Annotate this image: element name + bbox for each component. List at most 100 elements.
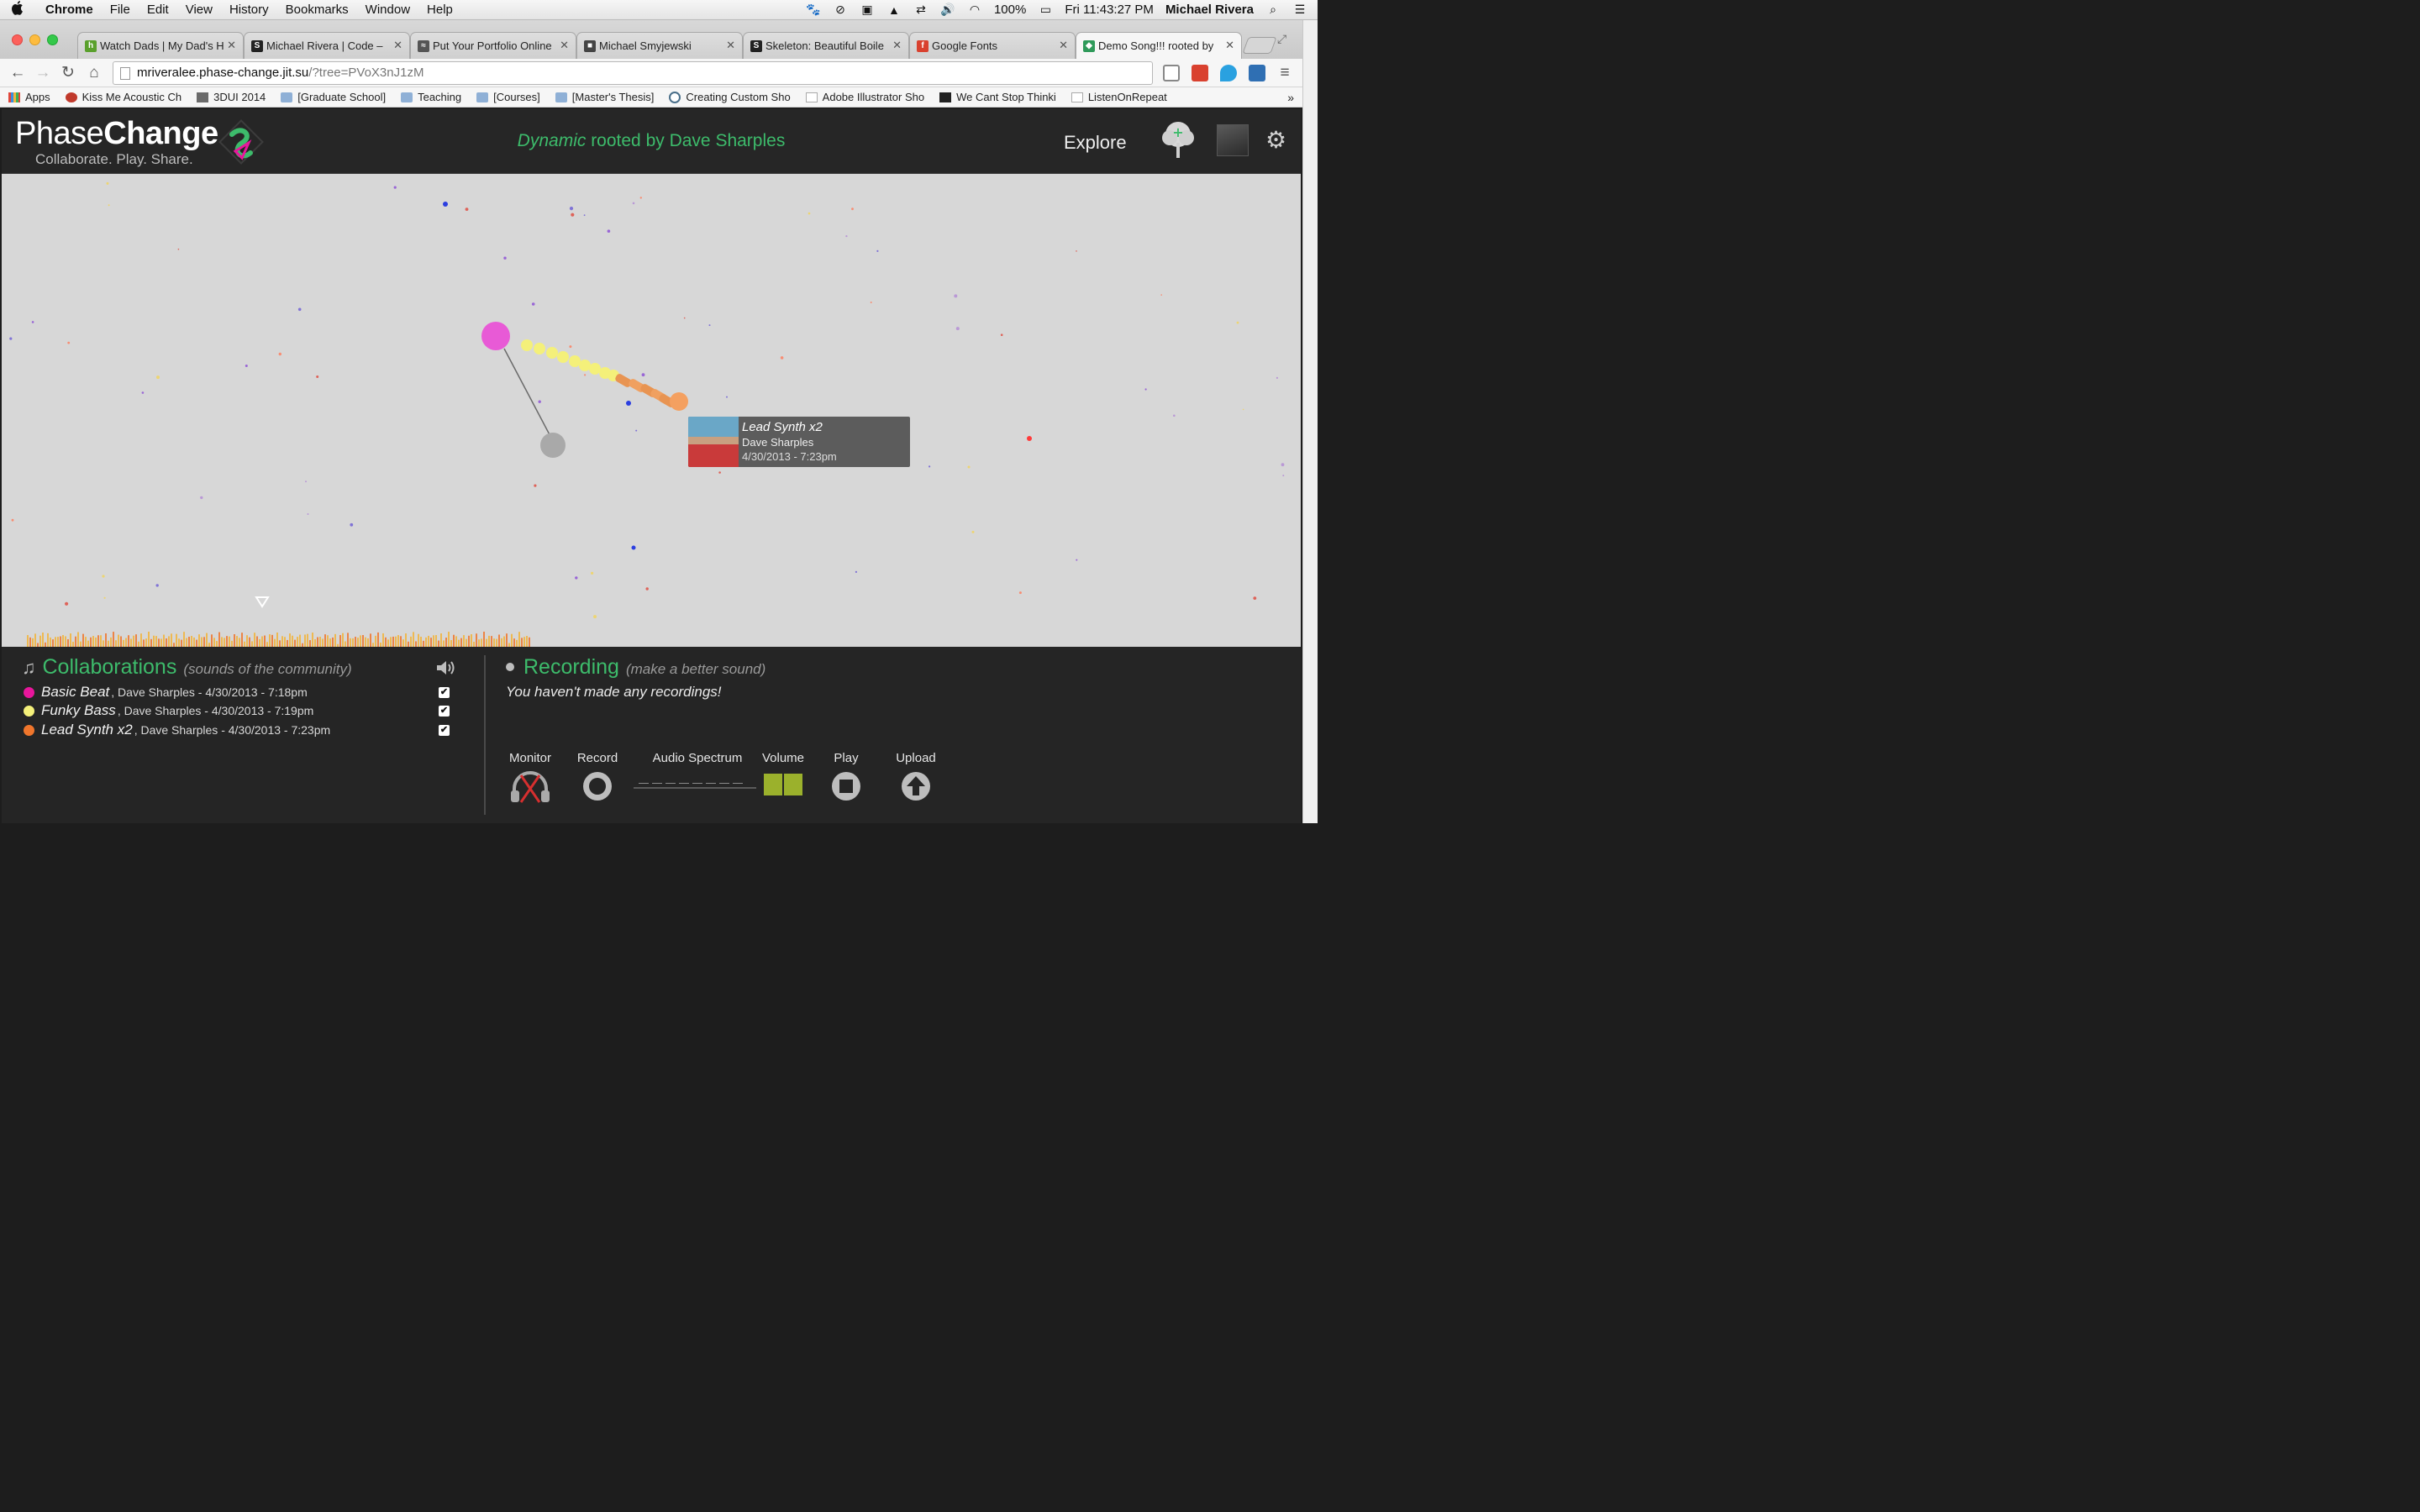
menu-file[interactable]: File	[102, 3, 139, 17]
star-particle	[808, 212, 811, 215]
volume-icon[interactable]: 🔊	[940, 3, 955, 17]
bookmark-item[interactable]: [Graduate School]	[281, 91, 386, 103]
menu-history[interactable]: History	[221, 3, 277, 17]
tab-close-icon[interactable]: ✕	[393, 39, 402, 52]
bookmark-item[interactable]: Teaching	[401, 91, 461, 103]
apple-menu-icon[interactable]	[0, 0, 37, 19]
collab-track-basic-beat[interactable]: Basic Beat , Dave Sharples - 4/30/2013 -…	[24, 684, 452, 701]
browser-tab[interactable]: ≈ Put Your Portfolio Online ✕	[410, 32, 576, 59]
track-enabled-checkbox[interactable]: ✔	[439, 686, 450, 698]
reload-button[interactable]: ↻	[59, 64, 77, 82]
bookmark-item[interactable]: [Courses]	[476, 91, 540, 103]
browser-tab[interactable]: S Michael Rivera | Code – ✕	[244, 32, 410, 59]
waveform-bar	[375, 635, 376, 647]
heart-extension-icon[interactable]	[1220, 65, 1237, 81]
upload-control[interactable]: Upload	[892, 751, 939, 806]
wifi-icon[interactable]: ◠	[967, 3, 982, 17]
volume-control[interactable]: Volume	[758, 751, 808, 799]
minimize-window-button[interactable]	[29, 34, 40, 45]
address-bar[interactable]: mriveralee.phase-change.jit.su/?tree=PVo…	[113, 61, 1153, 85]
tab-close-icon[interactable]: ✕	[560, 39, 569, 52]
waveform-bar	[191, 636, 192, 647]
tab-close-icon[interactable]: ✕	[726, 39, 735, 52]
new-tab-button[interactable]	[1242, 37, 1277, 54]
notification-center-icon[interactable]: ☰	[1292, 3, 1307, 17]
waveform-bar	[395, 636, 397, 647]
tree-visualization-stage[interactable]	[2, 174, 1301, 647]
menu-window[interactable]: Window	[357, 3, 418, 17]
waveform-bar	[503, 636, 505, 647]
browser-tab[interactable]: h Watch Dads | My Dad's H ✕	[77, 32, 244, 59]
new-tree-icon[interactable]: +	[1161, 119, 1195, 161]
collab-track-funky-bass[interactable]: Funky Bass , Dave Sharples - 4/30/2013 -…	[24, 702, 452, 719]
zoom-window-button[interactable]	[47, 34, 58, 45]
paw-icon[interactable]: 🐾	[806, 3, 821, 17]
spotlight-search-icon[interactable]: ⌕	[1265, 3, 1281, 17]
tooltip-author: Dave Sharples	[742, 436, 814, 449]
user-avatar[interactable]	[1217, 124, 1249, 156]
back-button[interactable]: ←	[8, 64, 27, 82]
hat-icon[interactable]: ▲	[886, 3, 902, 17]
tab-close-icon[interactable]: ✕	[227, 39, 236, 52]
battery-icon[interactable]: ▭	[1038, 3, 1053, 17]
upload-arrow-icon[interactable]	[900, 770, 932, 802]
battery-percent[interactable]: 100%	[994, 3, 1026, 17]
speaker-icon[interactable]	[435, 659, 457, 677]
no-entry-icon[interactable]: ⊘	[833, 3, 848, 17]
waveform-bar	[178, 638, 180, 647]
clock[interactable]: Fri 11:43:27 PM	[1065, 3, 1154, 17]
bookmark-extension-icon[interactable]	[1192, 65, 1208, 81]
bookmark-item[interactable]: Adobe Illustrator Sho	[805, 91, 924, 103]
bookmark-item[interactable]: Creating Custom Sho	[669, 91, 791, 103]
user-name[interactable]: Michael Rivera	[1165, 3, 1254, 17]
track-enabled-checkbox[interactable]: ✔	[439, 705, 450, 717]
close-window-button[interactable]	[12, 34, 23, 45]
waveform-bar	[229, 636, 230, 647]
tab-title: Skeleton: Beautiful Boile	[765, 39, 884, 52]
stop-icon[interactable]	[830, 770, 862, 802]
browser-tab[interactable]: f Google Fonts ✕	[909, 32, 1076, 59]
browser-tab[interactable]: S Skeleton: Beautiful Boile ✕	[743, 32, 909, 59]
explore-link[interactable]: Explore	[1064, 132, 1127, 154]
menu-edit[interactable]: Edit	[139, 3, 177, 17]
waveform-bar	[418, 633, 419, 647]
bookmarks-overflow-icon[interactable]: »	[1287, 91, 1294, 104]
bookmark-item[interactable]: Kiss Me Acoustic Ch	[65, 91, 182, 103]
bookmark-item[interactable]: 3DUI 2014	[197, 91, 266, 103]
volume-meter[interactable]	[758, 774, 808, 799]
collab-track-lead-synth[interactable]: Lead Synth x2 , Dave Sharples - 4/30/201…	[24, 722, 452, 738]
menu-bookmarks[interactable]: Bookmarks	[277, 3, 357, 17]
monitor-control[interactable]: Monitor	[506, 751, 555, 807]
record-icon[interactable]	[581, 770, 613, 802]
bookmark-item[interactable]: [Master's Thesis]	[555, 91, 654, 103]
waveform-bar	[483, 632, 485, 647]
star-particle	[67, 341, 71, 344]
menu-chrome[interactable]: Chrome	[37, 3, 102, 17]
chrome-menu-icon[interactable]: ≡	[1276, 64, 1294, 82]
browser-tab[interactable]: ◆ Demo Song!!! rooted by ✕	[1076, 32, 1242, 59]
menu-help[interactable]: Help	[418, 3, 461, 17]
reader-extension-icon[interactable]	[1163, 65, 1180, 81]
home-button[interactable]: ⌂	[85, 64, 103, 82]
track-enabled-checkbox[interactable]: ✔	[439, 724, 450, 736]
bookmark-item[interactable]: We Cant Stop Thinki	[939, 91, 1056, 103]
star-particle	[1076, 559, 1078, 561]
window-grid-icon[interactable]: ▣	[860, 3, 875, 17]
tab-close-icon[interactable]: ✕	[1225, 39, 1234, 52]
tab-close-icon[interactable]: ✕	[892, 39, 902, 52]
link-extension-icon[interactable]	[1249, 65, 1265, 81]
tab-close-icon[interactable]: ✕	[1059, 39, 1068, 52]
star-particle	[593, 615, 597, 619]
forward-button[interactable]: →	[34, 64, 52, 82]
bookmark-item[interactable]: ListenOnRepeat	[1071, 91, 1167, 103]
fullscreen-icon[interactable]: ⤢	[1277, 32, 1286, 46]
settings-gear-icon[interactable]: ⚙	[1265, 126, 1286, 154]
tree-visualization-canvas[interactable]	[2, 174, 1301, 647]
record-control[interactable]: Record	[573, 751, 622, 806]
sync-icon[interactable]: ⇄	[913, 3, 929, 17]
play-control[interactable]: Play	[827, 751, 865, 806]
menu-view[interactable]: View	[177, 3, 221, 17]
browser-tab[interactable]: ■ Michael Smyjewski ✕	[576, 32, 743, 59]
bookmark-item[interactable]: Apps	[8, 91, 50, 103]
headphones-muted-icon[interactable]	[508, 770, 553, 804]
